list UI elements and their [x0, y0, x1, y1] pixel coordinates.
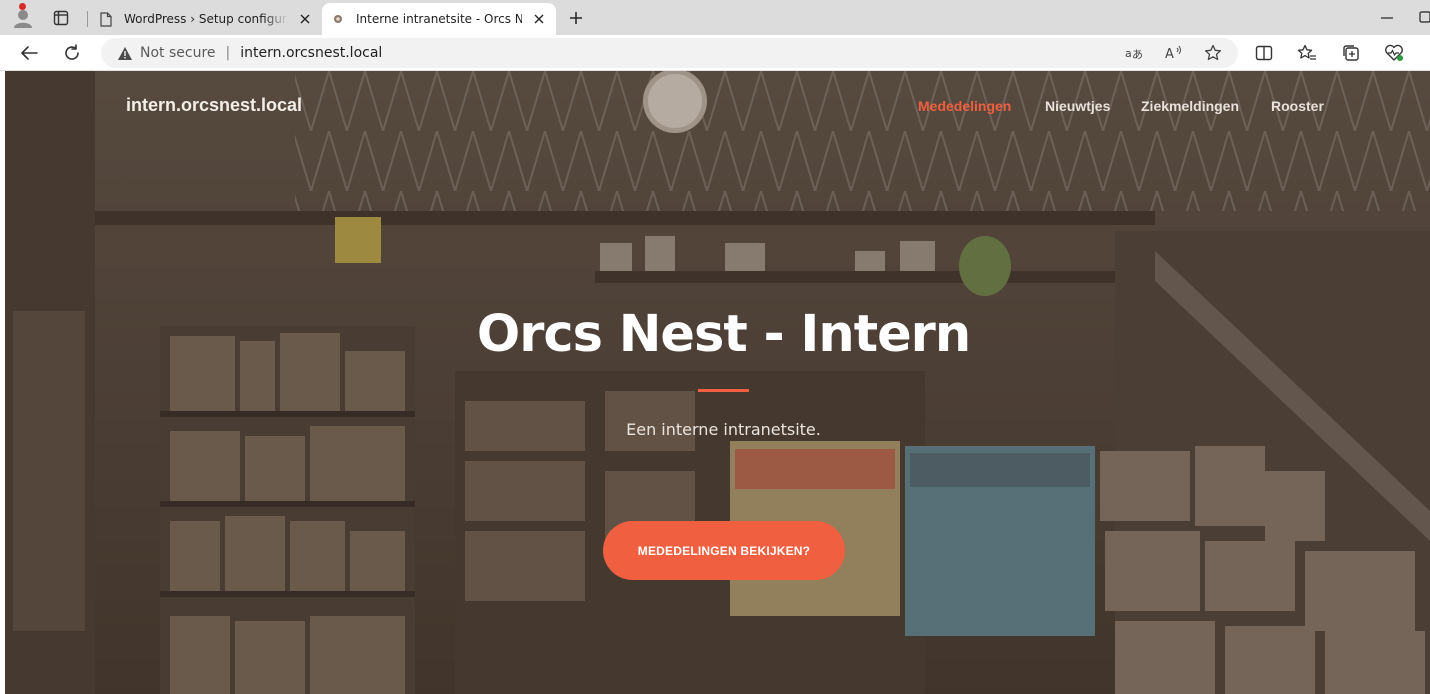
minimize-icon[interactable]	[1376, 8, 1398, 28]
collections-icon[interactable]	[1338, 40, 1364, 66]
security-label[interactable]: Not secure	[140, 45, 216, 61]
tab-title: WordPress › Setup configuratiebestand	[124, 12, 288, 26]
document-icon	[98, 11, 114, 27]
plus-icon[interactable]	[563, 6, 589, 30]
reload-icon[interactable]	[59, 40, 85, 66]
hero-subtitle: Een interne intranetsite.	[626, 420, 821, 439]
svg-text:あ: あ	[1132, 48, 1143, 61]
tab-separator	[87, 11, 88, 27]
tab-wordpress-setup[interactable]: WordPress › Setup configuratiebestand	[90, 3, 322, 35]
web-page: intern.orcsnest.local Mededelingen Nieuw…	[5, 71, 1430, 694]
nav-link-ziekmeldingen[interactable]: Ziekmeldingen	[1141, 98, 1239, 114]
address-separator: |	[225, 45, 231, 61]
warning-icon[interactable]	[116, 44, 134, 62]
close-icon[interactable]	[294, 8, 316, 30]
split-screen-icon[interactable]	[1251, 40, 1277, 66]
site-brand-link[interactable]: intern.orcsnest.local	[126, 95, 302, 116]
site-icon	[330, 11, 346, 27]
close-icon[interactable]	[528, 8, 550, 30]
hero-dark-overlay	[5, 71, 1430, 694]
translate-icon[interactable]: aあ	[1123, 42, 1145, 64]
address-bar[interactable]: Not secure | intern.orcsnest.local aあ A	[101, 38, 1238, 68]
read-aloud-icon[interactable]: A	[1163, 42, 1185, 64]
tab-actions-icon[interactable]	[50, 7, 72, 29]
tab-title: Interne intranetsite - Orcs Nest	[356, 12, 522, 26]
svg-text:a: a	[1125, 47, 1132, 60]
view-announcements-button[interactable]: MEDEDELINGEN BEKIJKEN?	[603, 521, 845, 580]
nav-link-mededelingen[interactable]: Mededelingen	[918, 98, 1011, 114]
favorites-icon[interactable]	[1294, 40, 1320, 66]
maximize-icon[interactable]	[1418, 10, 1430, 24]
tab-strip: WordPress › Setup configuratiebestand In…	[0, 0, 1430, 35]
hero-divider	[698, 389, 749, 392]
back-arrow-icon[interactable]	[16, 40, 42, 66]
nav-link-nieuwtjes[interactable]: Nieuwtjes	[1045, 98, 1110, 114]
hero-title: Orcs Nest - Intern	[476, 305, 971, 364]
heart-pulse-icon[interactable]	[1381, 40, 1407, 66]
url-text[interactable]: intern.orcsnest.local	[240, 45, 382, 61]
star-icon[interactable]	[1202, 42, 1224, 64]
tab-intranet-orcs-nest[interactable]: Interne intranetsite - Orcs Nest	[322, 3, 556, 35]
notification-dot	[19, 3, 26, 10]
svg-text:A: A	[1165, 47, 1174, 61]
browser-toolbar: Not secure | intern.orcsnest.local aあ A	[0, 35, 1430, 71]
nav-link-rooster[interactable]: Rooster	[1271, 98, 1324, 114]
